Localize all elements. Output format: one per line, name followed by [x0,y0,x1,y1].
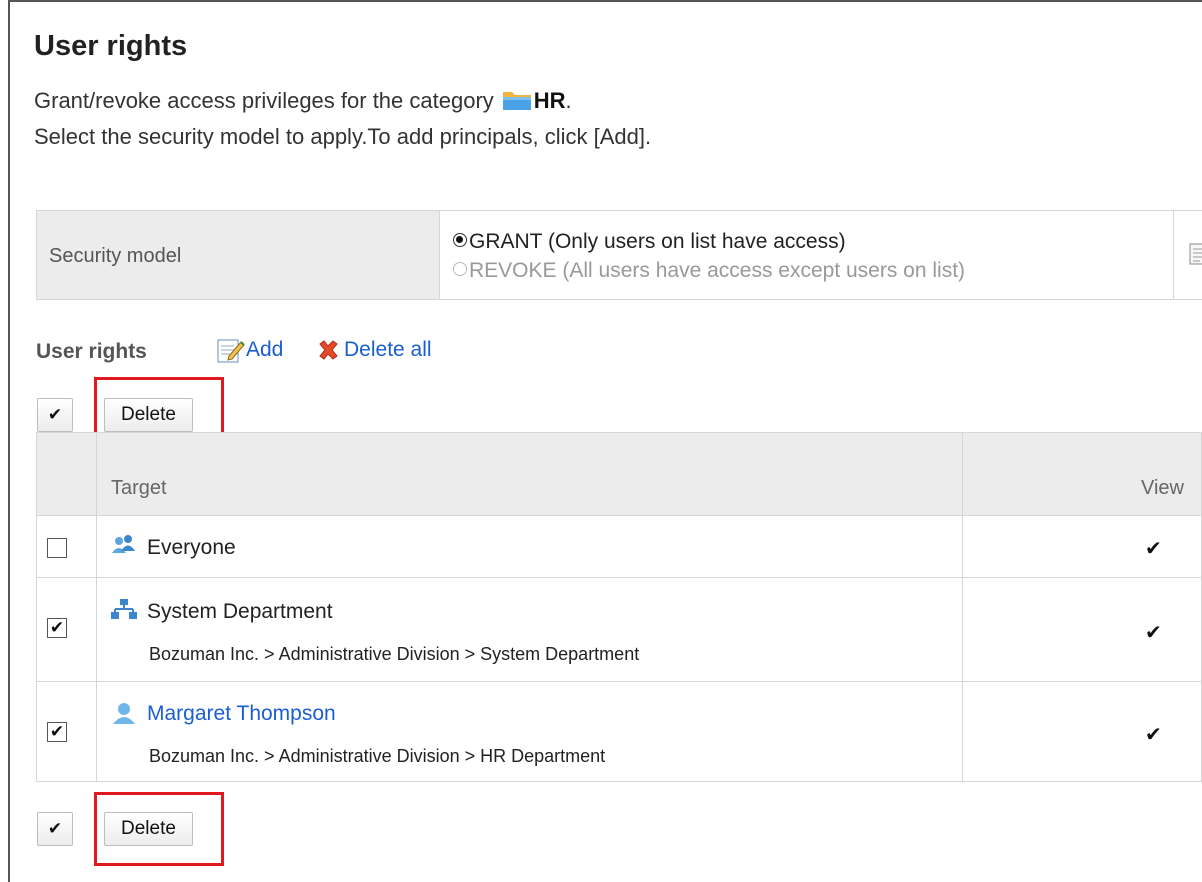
group-icon [112,535,135,553]
entity-path: Bozuman Inc. > Administrative Division >… [149,644,640,664]
row-checkbox[interactable] [47,538,67,558]
table-row: Everyone ✔ [36,516,1202,578]
table-row: ✔ System Department Bozuman Inc. > Admin… [36,578,1202,682]
user-rights-section-title: User rights [36,340,147,363]
entity-name: System Department [147,600,333,623]
grant-radio-label: GRANT (Only users on list have access) [469,230,846,253]
user-name-link[interactable]: Margaret Thompson [147,702,336,726]
target-column-header: Target [111,477,167,499]
organization-icon [111,599,137,619]
row-checkbox[interactable]: ✔ [47,618,67,638]
page-instructions: Select the security model to apply.To ad… [34,124,652,149]
description-text: Grant/revoke access privileges for the c… [34,88,494,113]
column-divider [96,432,97,782]
security-model-label-cell: Security model [37,211,440,299]
grant-radio-button[interactable] [453,233,467,247]
category-name: HR [533,88,566,113]
view-permission-check: ✔ [1145,622,1162,644]
revoke-radio-option[interactable]: REVOKE (All users have access except use… [453,256,965,285]
page-description: Grant/revoke access privileges for the c… [34,88,572,114]
grant-radio-option[interactable]: GRANT (Only users on list have access) [453,227,965,256]
delete-highlight-box-bottom [94,792,224,866]
table-row: ✔ Margaret Thompson Bozuman Inc. > Admin… [36,682,1202,782]
revoke-radio-label: REVOKE (All users have access except use… [469,259,966,282]
security-model-label: Security model [49,245,182,267]
window-frame-top [8,0,1202,2]
entity-name: Everyone [147,536,236,559]
security-model-divider [1173,211,1174,299]
view-permission-check: ✔ [1145,538,1162,560]
document-icon [1189,243,1202,265]
description-period: . [565,88,572,113]
delete-all-link[interactable]: Delete all [316,338,432,362]
revoke-radio-button[interactable] [453,262,467,276]
security-model-options: GRANT (Only users on list have access) R… [453,227,965,285]
add-label[interactable]: Add [246,338,283,362]
delete-all-label[interactable]: Delete all [344,338,432,362]
folder-icon [502,92,531,110]
user-icon [113,703,135,724]
row-checkbox[interactable]: ✔ [47,722,67,742]
view-column-header: View [1141,477,1184,499]
view-permission-check: ✔ [1145,724,1162,746]
add-link[interactable]: Add [216,336,283,364]
table-header: Target View [36,432,1202,516]
column-divider [962,432,963,782]
entity-path: Bozuman Inc. > Administrative Division >… [149,746,606,766]
check-all-button-bottom[interactable]: ✔ [37,812,73,846]
page-title: User rights [34,30,188,62]
window-frame-left [8,0,10,882]
delete-x-icon [319,340,338,360]
edit-icon [217,339,245,363]
check-all-button[interactable]: ✔ [37,398,73,432]
security-model-table: Security model GRANT (Only users on list… [36,210,1202,300]
